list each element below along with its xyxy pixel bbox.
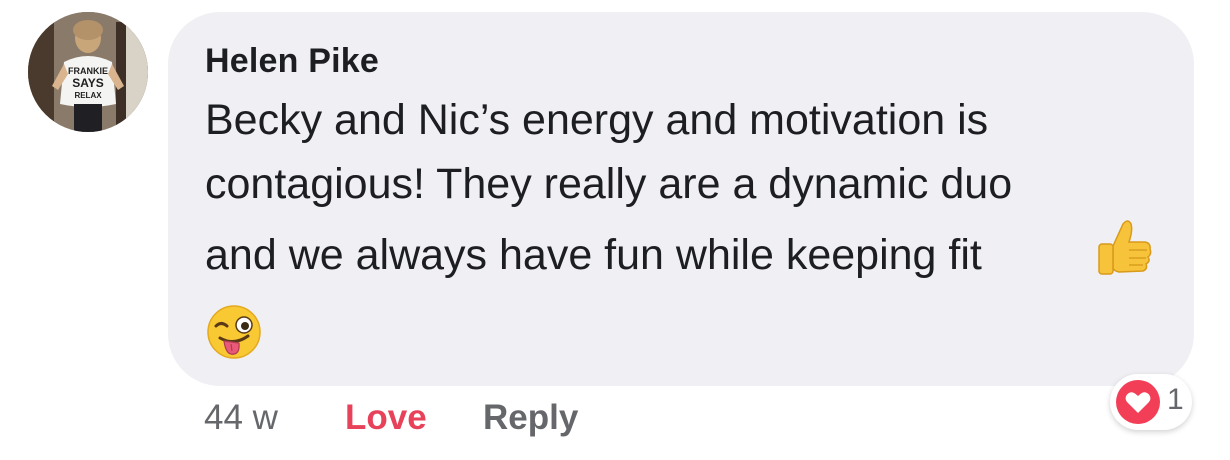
- comment-timestamp[interactable]: 44 w: [204, 398, 278, 438]
- comment-text-line-2: contagious! They really are a dynamic du…: [205, 160, 1013, 208]
- love-button[interactable]: Love: [345, 398, 427, 438]
- avatar-photo: FRANKIE SAYS RELAX: [28, 12, 148, 132]
- avatar[interactable]: FRANKIE SAYS RELAX: [28, 12, 148, 132]
- comment-author[interactable]: Helen Pike: [205, 42, 379, 81]
- comment-text-line-1: Becky and Nic’s energy and motivation is: [205, 96, 989, 144]
- heart-reaction-badge: [1116, 380, 1160, 424]
- avatar-shirt-line-2: SAYS: [72, 76, 104, 90]
- comment-bubble: Helen Pike Becky and Nic’s energy and mo…: [168, 12, 1194, 386]
- comment-container: FRANKIE SAYS RELAX Helen Pike Becky and …: [0, 0, 1230, 460]
- thumbs-up-icon: [1098, 220, 1152, 275]
- reaction-summary[interactable]: 1: [1110, 374, 1192, 430]
- reaction-count: 1: [1167, 383, 1184, 416]
- winking-face-with-tongue-icon: [207, 305, 261, 359]
- comment-text-line-3: and we always have fun while keeping fit: [205, 231, 982, 279]
- avatar-shirt-line-3: RELAX: [74, 91, 102, 100]
- reply-button[interactable]: Reply: [483, 398, 578, 438]
- avatar-shirt-line-1: FRANKIE: [68, 66, 108, 76]
- heart-icon: [1125, 392, 1151, 413]
